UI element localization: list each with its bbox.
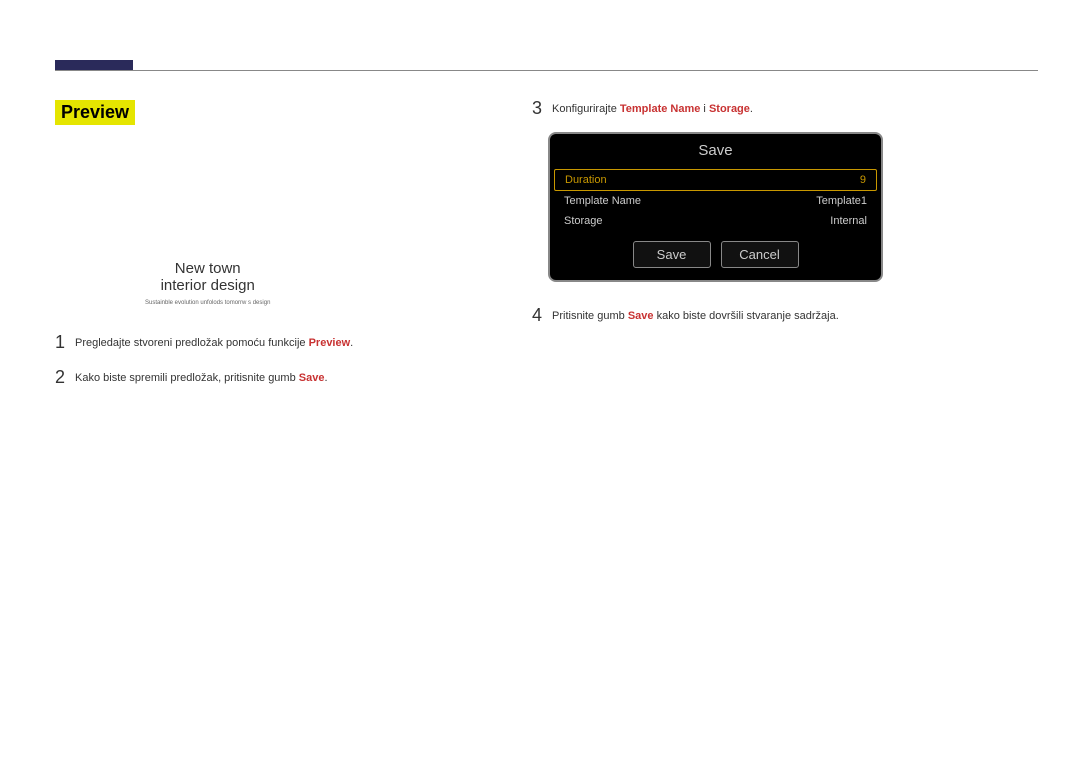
text: Pritisnite gumb	[552, 310, 628, 322]
steps-left: 1 Pregledajte stvoreni predložak pomoću …	[55, 332, 525, 402]
step-2: 2 Kako biste spremili predložak, pritisn…	[55, 367, 525, 388]
dialog-row-duration[interactable]: Duration 9	[554, 169, 877, 191]
step-4-row: 4 Pritisnite gumb Save kako biste dovrši…	[532, 305, 1027, 340]
step-1: 1 Pregledajte stvoreni predložak pomoću …	[55, 332, 525, 353]
text: kako biste dovršili stvaranje sadržaja.	[654, 310, 839, 322]
highlight: Save	[628, 310, 654, 322]
highlight: Preview	[309, 337, 351, 349]
preview-line1: New town	[145, 260, 270, 277]
step-text: Kako biste spremili predložak, pritisnit…	[75, 367, 328, 386]
dialog-buttons: Save Cancel	[550, 231, 881, 280]
preview-content: New town interior design Sustainble evol…	[145, 260, 270, 306]
step-text: Pregledajte stvoreni predložak pomoću fu…	[75, 332, 353, 351]
text: .	[324, 372, 327, 384]
step-text: Pritisnite gumb Save kako biste dovršili…	[552, 305, 839, 324]
text: i	[700, 103, 709, 115]
highlight: Storage	[709, 103, 750, 115]
step-number: 2	[55, 367, 75, 388]
preview-line2: interior design	[145, 277, 270, 294]
dialog-row-template-name[interactable]: Template Name Template1	[550, 191, 881, 211]
step-3-row: 3 Konfigurirajte Template Name i Storage…	[532, 98, 1027, 133]
row-label: Storage	[564, 215, 603, 227]
text: Pregledajte stvoreni predložak pomoću fu…	[75, 337, 309, 349]
highlight: Template Name	[620, 103, 701, 115]
highlight: Save	[299, 372, 325, 384]
dialog-title: Save	[550, 134, 881, 169]
step-4: 4 Pritisnite gumb Save kako biste dovrši…	[532, 305, 1027, 326]
step-number: 4	[532, 305, 552, 326]
row-value: 9	[860, 174, 866, 186]
text: Konfigurirajte	[552, 103, 620, 115]
step-number: 1	[55, 332, 75, 353]
text: .	[350, 337, 353, 349]
row-value: Template1	[816, 195, 867, 207]
text: .	[750, 103, 753, 115]
cancel-button[interactable]: Cancel	[721, 241, 799, 268]
step-text: Konfigurirajte Template Name i Storage.	[552, 98, 753, 117]
save-button[interactable]: Save	[633, 241, 711, 268]
row-value: Internal	[830, 215, 867, 227]
step-3: 3 Konfigurirajte Template Name i Storage…	[532, 98, 1027, 119]
row-label: Duration	[565, 174, 607, 186]
text: Kako biste spremili predložak, pritisnit…	[75, 372, 299, 384]
step-number: 3	[532, 98, 552, 119]
preview-subtext: Sustainble evolution unfolods tomorrw s …	[145, 300, 270, 306]
header-line	[55, 70, 1038, 71]
row-label: Template Name	[564, 195, 641, 207]
save-dialog: Save Duration 9 Template Name Template1 …	[548, 132, 883, 282]
dialog-row-storage[interactable]: Storage Internal	[550, 211, 881, 231]
section-title: Preview	[55, 100, 135, 125]
header-accent	[55, 60, 133, 70]
